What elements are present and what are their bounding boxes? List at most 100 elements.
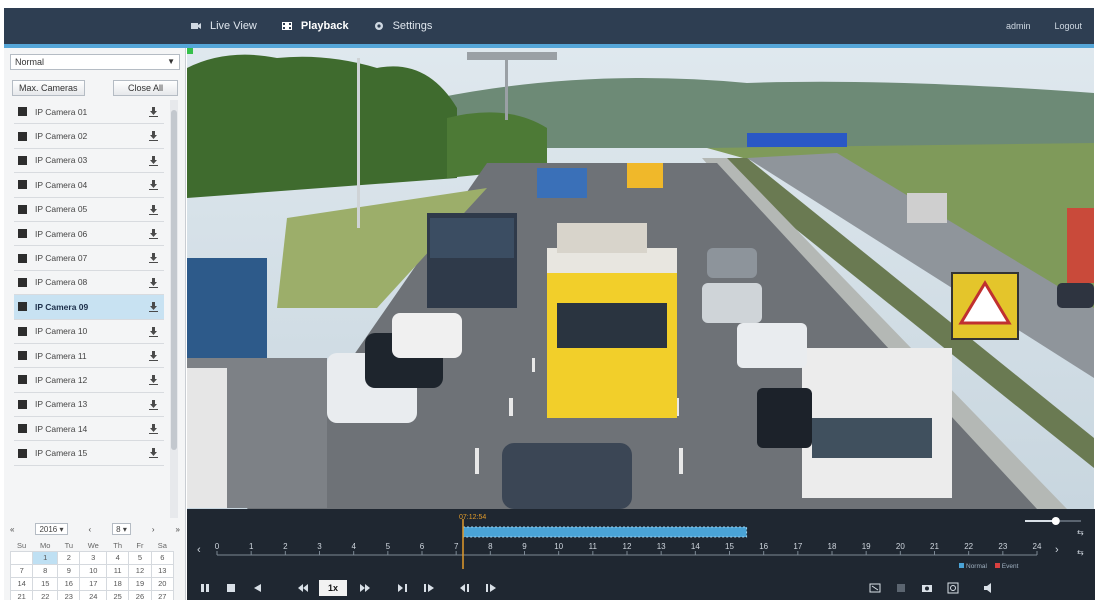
camera-list-item[interactable]: IP Camera 11: [14, 344, 164, 369]
nav-playback[interactable]: Playback: [281, 20, 349, 32]
camera-list-item[interactable]: IP Camera 10: [14, 320, 164, 344]
clip-icon[interactable]: [867, 580, 883, 596]
timeline[interactable]: 0 1 2 3 4 5 6 7 8 9 10 11 12 13 14 15 16 17 18 19 20 21 22 23 24…: [187, 509, 1095, 569]
download-icon[interactable]: [149, 302, 158, 313]
download-icon[interactable]: [149, 131, 158, 142]
camera-label: IP Camera 10: [35, 326, 88, 337]
calendar-day[interactable]: 11: [106, 563, 130, 578]
nav-live-view[interactable]: Live View: [190, 20, 257, 32]
camera-list-item[interactable]: IP Camera 06: [14, 222, 164, 247]
calendar-day[interactable]: 26: [128, 589, 152, 600]
calendar-day[interactable]: 15: [32, 576, 59, 591]
camera-list-item[interactable]: IP Camera 02: [14, 124, 164, 149]
month-select[interactable]: 8 ▾: [112, 523, 131, 535]
download-icon[interactable]: [149, 204, 158, 215]
camera-list-item[interactable]: IP Camera 09: [14, 295, 164, 320]
camera-list-item[interactable]: IP Camera 07: [14, 246, 164, 271]
calendar-day[interactable]: 20: [150, 576, 175, 591]
calendar-day[interactable]: 12: [128, 563, 152, 578]
camera-list-item[interactable]: IP Camera 01: [14, 100, 164, 125]
calendar-day[interactable]: 6: [150, 550, 175, 565]
download-icon[interactable]: [149, 350, 158, 361]
camera-list-item[interactable]: IP Camera 14: [14, 417, 164, 442]
year-select[interactable]: 2016 ▾: [35, 523, 68, 535]
volume-slider[interactable]: [1023, 515, 1083, 527]
reverse-play-icon[interactable]: [249, 580, 265, 596]
camera-list-item[interactable]: IP Camera 05: [14, 198, 164, 222]
calendar-day[interactable]: 10: [79, 563, 108, 578]
zoom-out-timeline-icon[interactable]: ⇆: [1077, 548, 1084, 557]
calendar-day[interactable]: 19: [128, 576, 152, 591]
download-icon[interactable]: [149, 228, 158, 239]
calendar-day[interactable]: 22: [32, 589, 59, 600]
camera-list-item[interactable]: IP Camera 03: [14, 149, 164, 174]
calendar-day[interactable]: 9: [57, 563, 81, 578]
download-icon[interactable]: [149, 155, 158, 166]
calendar-day[interactable]: 27: [150, 589, 175, 600]
month-next-icon[interactable]: ›: [152, 525, 155, 534]
timeline-next-icon[interactable]: ›: [1055, 544, 1059, 556]
camera-list-scrollbar[interactable]: [170, 100, 178, 518]
volume-icon[interactable]: [981, 580, 997, 596]
timeline-prev-icon[interactable]: ‹: [197, 544, 201, 556]
scrollbar-thumb[interactable]: [171, 110, 177, 450]
recording-segment[interactable]: [463, 527, 747, 537]
split-mode-select[interactable]: Normal ▼: [10, 54, 180, 70]
calendar-day[interactable]: 17: [79, 576, 108, 591]
download-icon[interactable]: [149, 253, 158, 264]
legend-normal-label: Normal: [966, 563, 987, 570]
forward-30s-icon[interactable]: [483, 580, 499, 596]
calendar-day[interactable]: 7: [9, 563, 34, 578]
camera-list-item[interactable]: IP Camera 13: [14, 393, 164, 418]
frame-forward-icon[interactable]: [395, 580, 411, 596]
logout-link[interactable]: Logout: [1054, 21, 1082, 31]
volume-knob[interactable]: [1051, 517, 1060, 525]
camera-list-item[interactable]: IP Camera 04: [14, 173, 164, 198]
stop-icon[interactable]: [223, 580, 239, 596]
year-prev-icon[interactable]: «: [10, 525, 14, 534]
next-segment-icon[interactable]: [421, 580, 437, 596]
calendar-day[interactable]: 16: [57, 576, 81, 591]
calendar-day[interactable]: 4: [106, 550, 130, 565]
nav-settings[interactable]: Settings: [373, 20, 432, 32]
download-icon[interactable]: [149, 180, 158, 191]
download-icon[interactable]: [149, 399, 158, 410]
calendar-day[interactable]: 3: [79, 550, 108, 565]
calendar-day[interactable]: 23: [57, 589, 81, 600]
calendar-header: « 2016 ▾ ‹ 8 ▾ › »: [10, 522, 180, 536]
download-icon[interactable]: [149, 448, 158, 459]
download-icon[interactable]: [149, 277, 158, 288]
slow-down-icon[interactable]: [295, 580, 311, 596]
calendar-day[interactable]: 5: [128, 550, 152, 565]
month-prev-icon[interactable]: ‹: [89, 525, 92, 534]
pause-icon[interactable]: [197, 580, 213, 596]
download-icon[interactable]: [149, 375, 158, 386]
rewind-30s-icon[interactable]: [457, 580, 473, 596]
download-icon[interactable]: [149, 326, 158, 337]
download-icon[interactable]: [149, 107, 158, 117]
calendar-day[interactable]: 25: [106, 589, 130, 600]
calendar-day[interactable]: 18: [106, 576, 130, 591]
calendar-day[interactable]: 13: [150, 563, 175, 578]
snapshot-icon[interactable]: [919, 580, 935, 596]
max-cameras-button[interactable]: Max. Cameras: [12, 80, 85, 96]
calendar-day[interactable]: 8: [32, 563, 59, 578]
camera-list-item[interactable]: IP Camera 12: [14, 368, 164, 393]
year-next-icon[interactable]: »: [176, 525, 180, 534]
camera-icon: [18, 277, 27, 287]
camera-list-item[interactable]: IP Camera 08: [14, 271, 164, 296]
calendar-day[interactable]: 14: [9, 576, 34, 591]
camera-list-item[interactable]: IP Camera 15: [14, 441, 164, 466]
zoom-icon[interactable]: [945, 580, 961, 596]
calendar-day[interactable]: 1: [32, 550, 59, 565]
speed-up-icon[interactable]: [357, 580, 373, 596]
download-icon[interactable]: [149, 424, 158, 435]
calendar-day[interactable]: 21: [9, 589, 34, 600]
download-icon[interactable]: [893, 580, 909, 596]
video-viewport[interactable]: [187, 48, 1094, 509]
close-all-button[interactable]: Close All: [112, 80, 178, 96]
calendar-day[interactable]: 2: [57, 550, 81, 565]
user-name[interactable]: admin: [1006, 21, 1031, 31]
zoom-in-timeline-icon[interactable]: ⇆: [1077, 528, 1084, 537]
calendar-day[interactable]: 24: [79, 589, 108, 600]
